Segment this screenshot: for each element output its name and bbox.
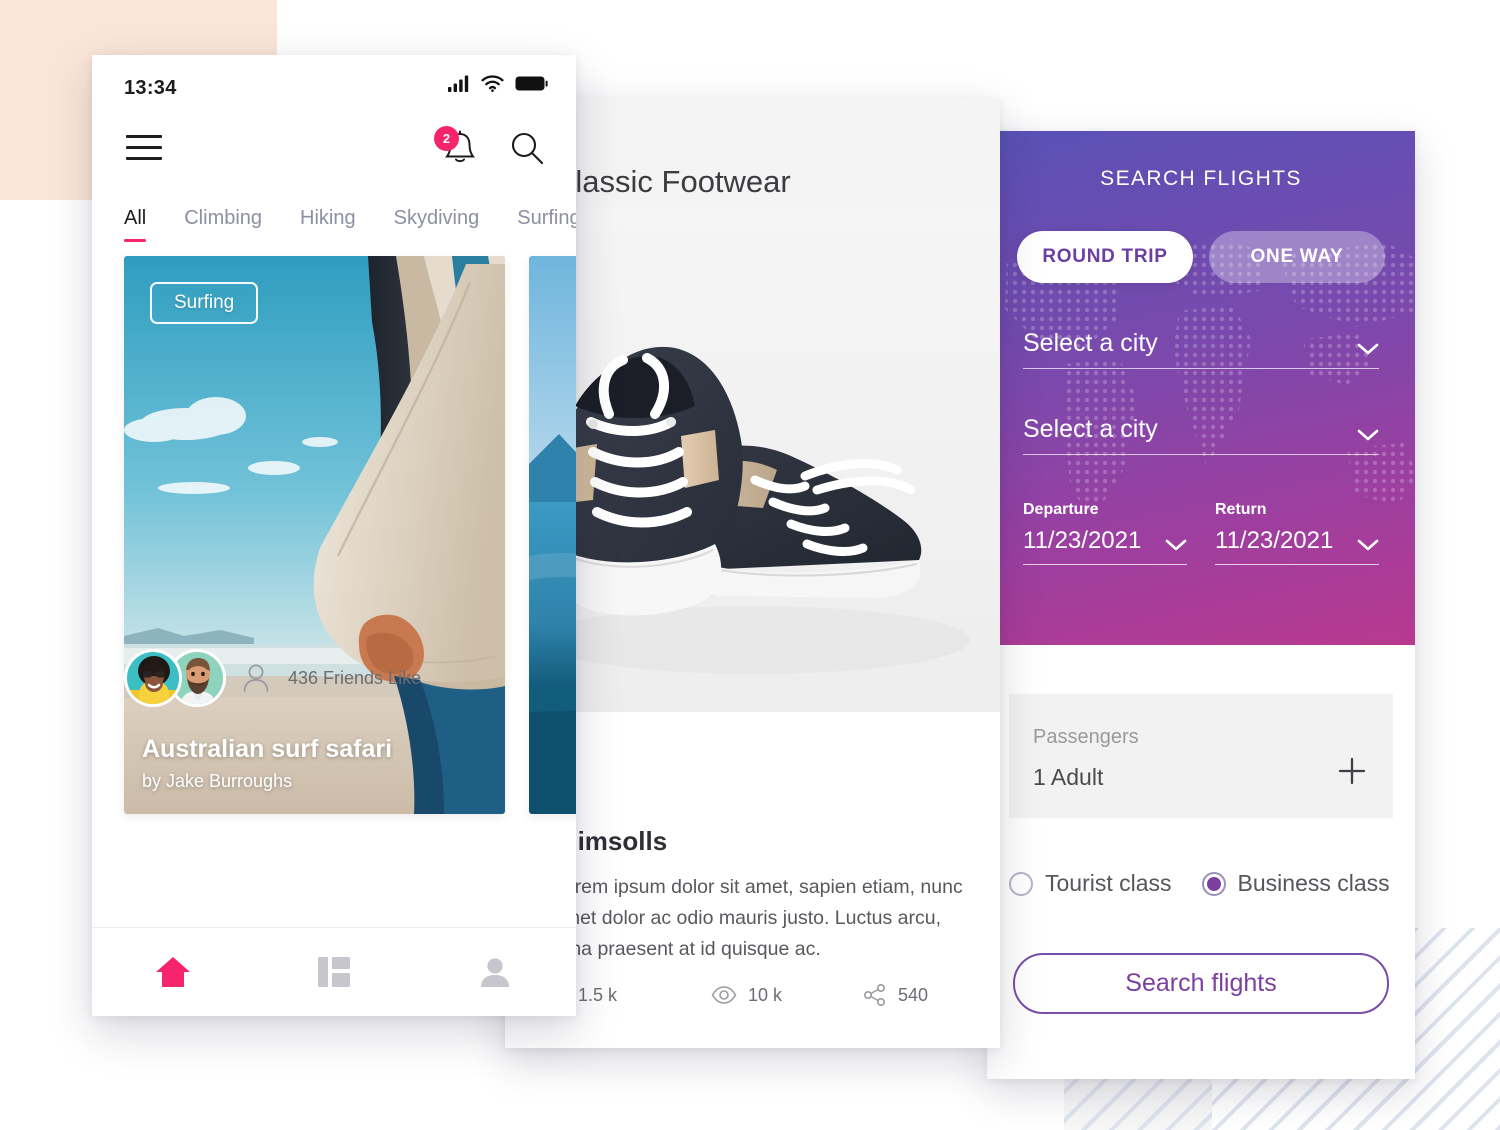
person-outline-icon: [243, 664, 269, 692]
product-header-title: Classic Footwear: [553, 164, 791, 199]
status-icons: [448, 75, 548, 92]
tab-all[interactable]: All: [124, 207, 147, 242]
nav-home[interactable]: [92, 955, 253, 989]
tab-hiking[interactable]: Hiking: [300, 207, 356, 242]
passengers-box[interactable]: Passengers 1 Adult: [1009, 694, 1393, 818]
product-image: [505, 208, 1000, 718]
stat-shares-value: 540: [898, 984, 929, 1005]
return-value: 11/23/2021: [1215, 527, 1334, 554]
return-date-field[interactable]: Return 11/23/2021: [1215, 501, 1379, 565]
product-detail-card: Classic Footwear Plimsolls Lorem ipsum d…: [505, 98, 1000, 1048]
feed-category-badge[interactable]: Surfing: [150, 282, 259, 324]
departure-date-field[interactable]: Departure 11/23/2021: [1023, 501, 1187, 565]
return-underline: [1215, 564, 1379, 565]
home-icon: [155, 957, 190, 987]
radio-unchecked-icon[interactable]: [1009, 871, 1033, 896]
return-label: Return: [1215, 501, 1267, 518]
flights-title: SEARCH FLIGHTS: [1100, 167, 1302, 190]
bottom-navigation: [92, 927, 576, 1016]
avatar-woman-image: [127, 652, 179, 704]
hamburger-menu-icon[interactable]: [126, 135, 162, 160]
chevron-down-icon[interactable]: [1357, 343, 1379, 355]
feed-caption: Australian surf safari by Jake Burroughs: [142, 735, 491, 792]
radio-checked-icon[interactable]: [1201, 871, 1226, 896]
passengers-label: Passengers: [1033, 726, 1139, 748]
search-flights-button[interactable]: Search flights: [1013, 953, 1389, 1014]
stat-likes-value: 1.5 k: [578, 984, 618, 1005]
passengers-value: 1 Adult: [1033, 764, 1104, 790]
stat-views[interactable]: 10 k: [711, 985, 863, 1006]
departure-underline: [1023, 564, 1187, 565]
flights-hero: SEARCH FLIGHTS ROUND TRIP ONE WAY Select…: [987, 131, 1415, 645]
product-stats: 1.5 k 10 k 540: [543, 984, 963, 1006]
chevron-down-icon[interactable]: [1357, 429, 1379, 441]
wifi-icon: [481, 75, 504, 92]
share-icon: [863, 984, 885, 1006]
nav-profile[interactable]: [415, 957, 576, 987]
eye-icon: [711, 986, 737, 1004]
tab-climbing[interactable]: Climbing: [184, 207, 262, 242]
status-bar: 13:34: [92, 55, 576, 117]
friends-count-label: 436 Friends Like: [288, 667, 422, 688]
origin-city-value: Select a city: [1023, 329, 1158, 357]
friends-row: 436 Friends Like: [124, 649, 421, 707]
departure-value: 11/23/2021: [1023, 527, 1142, 554]
cabin-class-tourist[interactable]: Tourist class: [1009, 870, 1172, 897]
destination-city-value: Select a city: [1023, 415, 1158, 443]
avatar[interactable]: [124, 649, 182, 707]
feed-card-surfing[interactable]: Surfing Australian surf safari by Jake B…: [124, 256, 505, 814]
departure-label: Departure: [1023, 501, 1099, 518]
feed: Surfing Australian surf safari by Jake B…: [92, 256, 576, 836]
friend-avatars[interactable]: [124, 649, 242, 707]
cabin-class-row: Tourist class Business class: [1009, 870, 1393, 897]
cabin-class-business[interactable]: Business class: [1201, 870, 1390, 897]
tab-skydiving[interactable]: Skydiving: [394, 207, 480, 242]
chevron-down-icon[interactable]: [1357, 539, 1379, 551]
feed-card-next[interactable]: [529, 256, 576, 814]
profile-person-icon: [481, 958, 510, 987]
feed-title: Australian surf safari: [142, 735, 393, 763]
status-time: 13:34: [124, 77, 177, 99]
surf-photo: [124, 256, 505, 814]
trip-type-one-way[interactable]: ONE WAY: [1209, 231, 1385, 283]
search-icon: [511, 132, 544, 165]
app-bar: 2: [92, 117, 576, 193]
cabin-class-tourist-label: Tourist class: [1045, 870, 1172, 896]
trip-type-toggle: ROUND TRIP ONE WAY: [987, 191, 1415, 283]
search-flights-card: SEARCH FLIGHTS ROUND TRIP ONE WAY Select…: [987, 131, 1415, 1079]
search-button[interactable]: [510, 131, 544, 170]
signal-icon: [448, 75, 469, 92]
stat-shares[interactable]: 540: [863, 984, 928, 1006]
mountain-photo: [529, 256, 576, 814]
nav-dashboard[interactable]: [253, 957, 414, 987]
chevron-down-icon[interactable]: [1165, 539, 1187, 551]
flights-body: Passengers 1 Adult Tourist class Busines…: [987, 694, 1415, 1014]
destination-city-field[interactable]: Select a city: [1023, 369, 1379, 455]
cabin-class-business-label: Business class: [1237, 870, 1390, 896]
notification-badge: 2: [434, 126, 459, 151]
feed-byline: by Jake Burroughs: [142, 771, 293, 791]
stat-views-value: 10 k: [748, 984, 783, 1005]
product-info: Plimsolls Lorem ipsum dolor sit amet, sa…: [505, 712, 1000, 1048]
origin-city-field[interactable]: Select a city: [1023, 283, 1379, 369]
trip-type-round-trip[interactable]: ROUND TRIP: [1017, 231, 1193, 283]
category-tabs: All Climbing Hiking Skydiving Surfing: [92, 193, 576, 242]
mobile-app-card: 13:34 2 All Climbing Hiking Skydiving Su…: [92, 55, 576, 1016]
plimsolls-shoes-image: [505, 208, 1000, 718]
product-description: Lorem ipsum dolor sit amet, sapien etiam…: [553, 876, 963, 960]
battery-icon: [515, 76, 548, 91]
destination-underline: [1023, 454, 1379, 455]
tab-surfing[interactable]: Surfing: [517, 207, 576, 242]
notification-bell-button[interactable]: 2: [434, 126, 477, 171]
dashboard-grid-icon: [317, 957, 350, 987]
plus-icon[interactable]: [1337, 756, 1367, 786]
